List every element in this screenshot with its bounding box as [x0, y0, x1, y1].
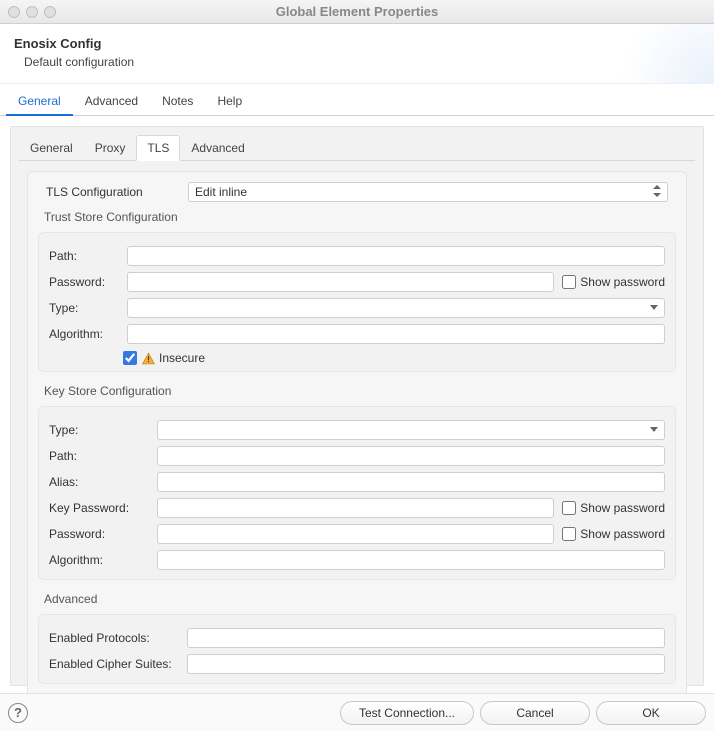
advanced-legend: Advanced [44, 592, 676, 606]
key-store-alias-label: Alias: [49, 475, 149, 489]
tab-help[interactable]: Help [205, 88, 254, 115]
trust-store-type-label: Type: [49, 301, 119, 315]
trust-store-password-input[interactable] [127, 272, 554, 292]
trust-store-insecure-checkbox[interactable] [123, 351, 137, 365]
tls-configuration-select[interactable]: Edit inline [188, 182, 668, 202]
updown-icon [649, 185, 661, 200]
enabled-protocols-label: Enabled Protocols: [49, 631, 179, 645]
key-store-key-show-password-checkbox[interactable] [562, 501, 576, 515]
tls-configuration-value: Edit inline [195, 185, 247, 199]
key-store-fieldset: Type: Path: Alias: [38, 406, 676, 580]
key-store-type-label: Type: [49, 423, 149, 437]
chevron-down-icon [646, 303, 658, 314]
tab-general[interactable]: General [6, 88, 73, 116]
key-store-path-input[interactable] [157, 446, 665, 466]
trust-store-legend: Trust Store Configuration [44, 210, 676, 224]
dialog-header: Enosix Config Default configuration [0, 24, 714, 84]
enabled-protocols-input[interactable] [187, 628, 665, 648]
close-window-button[interactable] [8, 6, 20, 18]
trust-store-algorithm-input[interactable] [127, 324, 665, 344]
trust-store-show-password-checkbox[interactable] [562, 275, 576, 289]
key-store-show-password-checkbox[interactable] [562, 527, 576, 541]
tab-advanced[interactable]: Advanced [73, 88, 150, 115]
key-store-key-show-password-label: Show password [580, 501, 665, 515]
key-store-algorithm-input[interactable] [157, 550, 665, 570]
key-store-key-password-label: Key Password: [49, 501, 149, 515]
warning-icon [141, 351, 155, 365]
trust-store-insecure-label: Insecure [159, 351, 205, 365]
config-subtitle: Default configuration [14, 51, 700, 77]
config-title: Enosix Config [14, 36, 700, 51]
chevron-down-icon [646, 425, 658, 436]
key-store-password-label: Password: [49, 527, 149, 541]
dialog-button-bar: ? Test Connection... Cancel OK [0, 693, 714, 731]
advanced-fieldset: Enabled Protocols: Enabled Cipher Suites… [38, 614, 676, 684]
test-connection-button[interactable]: Test Connection... [340, 701, 474, 725]
key-store-type-select[interactable] [157, 420, 665, 440]
tab-notes[interactable]: Notes [150, 88, 205, 115]
trust-store-password-label: Password: [49, 275, 119, 289]
window-controls [0, 6, 56, 18]
trust-store-path-label: Path: [49, 249, 119, 263]
cancel-button[interactable]: Cancel [480, 701, 590, 725]
inner-tab-advanced[interactable]: Advanced [180, 135, 255, 161]
ok-button[interactable]: OK [596, 701, 706, 725]
key-store-path-label: Path: [49, 449, 149, 463]
key-store-key-password-input[interactable] [157, 498, 554, 518]
key-store-algorithm-label: Algorithm: [49, 553, 149, 567]
help-icon[interactable]: ? [8, 703, 28, 723]
inner-tab-bar: General Proxy TLS Advanced [19, 135, 695, 161]
tls-configuration-label: TLS Configuration [46, 185, 176, 199]
trust-store-show-password-label: Show password [580, 275, 665, 289]
outer-tab-bar: General Advanced Notes Help [0, 88, 714, 116]
key-store-legend: Key Store Configuration [44, 384, 676, 398]
tls-fieldset: TLS Configuration Edit inline Trust Stor… [27, 171, 687, 707]
trust-store-algorithm-label: Algorithm: [49, 327, 119, 341]
general-panel: General Proxy TLS Advanced TLS Configura… [10, 126, 704, 686]
key-store-show-password-label: Show password [580, 527, 665, 541]
inner-tab-tls[interactable]: TLS [136, 135, 180, 161]
trust-store-path-input[interactable] [127, 246, 665, 266]
trust-store-fieldset: Path: Password: Show password Type: [38, 232, 676, 372]
trust-store-type-select[interactable] [127, 298, 665, 318]
zoom-window-button[interactable] [44, 6, 56, 18]
window-title: Global Element Properties [0, 4, 714, 19]
key-store-alias-input[interactable] [157, 472, 665, 492]
minimize-window-button[interactable] [26, 6, 38, 18]
enabled-cipher-suites-input[interactable] [187, 654, 665, 674]
key-store-password-input[interactable] [157, 524, 554, 544]
inner-tab-proxy[interactable]: Proxy [84, 135, 137, 161]
inner-tab-general[interactable]: General [19, 135, 84, 161]
enabled-cipher-suites-label: Enabled Cipher Suites: [49, 657, 179, 671]
window-titlebar: Global Element Properties [0, 0, 714, 24]
